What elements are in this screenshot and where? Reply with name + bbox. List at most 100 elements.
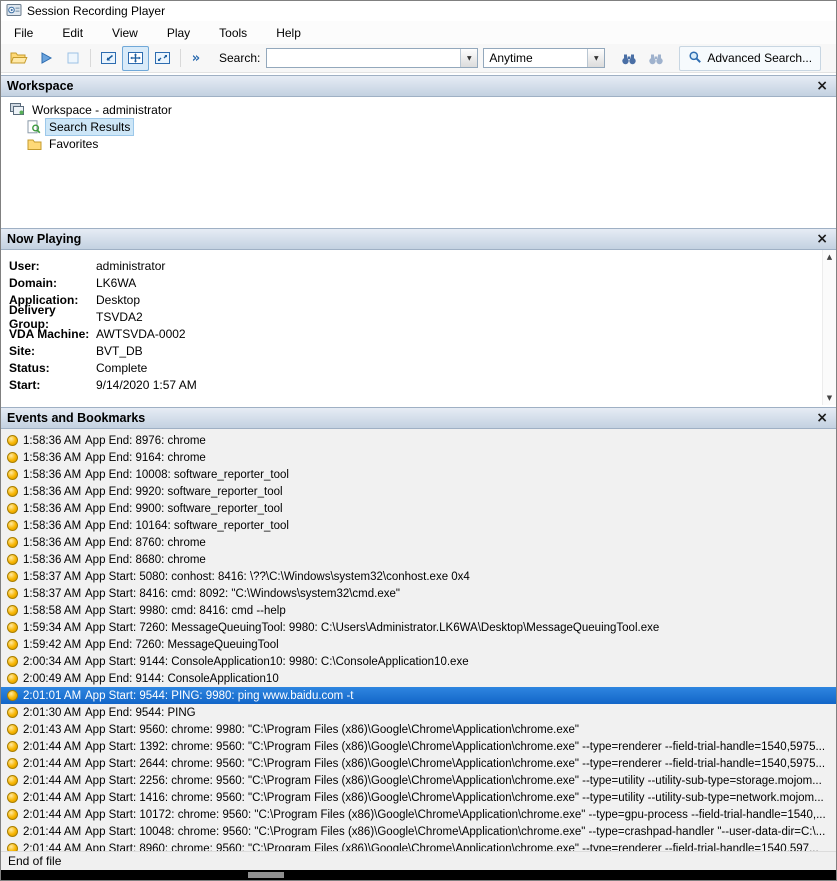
event-row[interactable]: 1:58:58 AM App Start: 9980: cmd: 8416: c… (1, 602, 836, 619)
event-time: 2:01:43 AM (23, 724, 85, 736)
advanced-search-button[interactable]: Advanced Search... (679, 46, 821, 71)
more-tools-chevron[interactable]: » (185, 46, 207, 71)
field-label: Site: (9, 344, 96, 358)
event-bullet-icon (7, 571, 18, 582)
event-row[interactable]: 1:58:37 AM App Start: 5080: conhost: 841… (1, 568, 836, 585)
field-label: Status: (9, 361, 96, 375)
now-playing-panel: Now Playing × User: administrator Domain… (1, 228, 836, 405)
now-playing-scrollbar[interactable]: ▲ ▼ (822, 250, 836, 405)
time-filter-combo[interactable]: Anytime ▼ (483, 48, 605, 68)
scale-to-fit-button[interactable] (122, 46, 149, 71)
search-previous-button[interactable] (642, 46, 669, 71)
search-next-button[interactable] (615, 46, 642, 71)
event-text: App End: 9920: software_reporter_tool (85, 486, 283, 498)
event-row[interactable]: 1:58:36 AM App End: 8680: chrome (1, 551, 836, 568)
event-row[interactable]: 2:01:43 AM App Start: 9560: chrome: 9980… (1, 721, 836, 738)
workspace-root-node[interactable]: Workspace - administrator (1, 101, 836, 118)
scroll-down-icon[interactable]: ▼ (823, 394, 836, 402)
event-bullet-icon (7, 673, 18, 684)
now-playing-body: User: administrator Domain: LK6WA Applic… (1, 250, 836, 405)
event-time: 1:58:36 AM (23, 486, 85, 498)
event-text: App Start: 1416: chrome: 9560: "C:\Progr… (85, 792, 824, 804)
search-combo-dropdown-arrow[interactable]: ▼ (460, 49, 477, 67)
event-bullet-icon (7, 843, 18, 851)
menu-item[interactable]: View (104, 23, 146, 43)
event-time: 1:59:34 AM (23, 622, 85, 634)
tree-item-search-results[interactable]: Search Results (1, 118, 836, 135)
event-row[interactable]: 2:00:49 AM App End: 9144: ConsoleApplica… (1, 670, 836, 687)
event-row[interactable]: 1:58:36 AM App End: 9920: software_repor… (1, 483, 836, 500)
pan-window-button[interactable] (95, 46, 122, 71)
scroll-up-icon[interactable]: ▲ (823, 253, 836, 261)
event-row[interactable]: 2:01:44 AM App Start: 2256: chrome: 9560… (1, 772, 836, 789)
event-text: App Start: 9544: PING: 9980: ping www.ba… (85, 690, 353, 702)
event-row[interactable]: 2:01:44 AM App Start: 8960: chrome: 9560… (1, 840, 836, 851)
event-bullet-icon (7, 435, 18, 446)
event-text: App End: 7260: MessageQueuingTool (85, 639, 279, 651)
event-text: App Start: 8416: cmd: 8092: "C:\Windows\… (85, 588, 400, 600)
event-text: App End: 10164: software_reporter_tool (85, 520, 289, 532)
time-filter-value: Anytime (484, 49, 587, 67)
favorites-label: Favorites (46, 136, 101, 152)
event-row[interactable]: 2:01:44 AM App Start: 10172: chrome: 956… (1, 806, 836, 823)
event-row[interactable]: 2:01:44 AM App Start: 10048: chrome: 956… (1, 823, 836, 840)
events-panel-title: Events and Bookmarks (7, 411, 145, 425)
event-time: 1:58:36 AM (23, 452, 85, 464)
open-file-button[interactable] (5, 46, 32, 71)
event-row[interactable]: 2:01:01 AM App Start: 9544: PING: 9980: … (1, 687, 836, 704)
event-text: App Start: 9144: ConsoleApplication10: 9… (85, 656, 469, 668)
event-row[interactable]: 2:00:34 AM App Start: 9144: ConsoleAppli… (1, 653, 836, 670)
event-text: App End: 9164: chrome (85, 452, 206, 464)
event-row[interactable]: 1:58:36 AM App End: 8976: chrome (1, 432, 836, 449)
menu-item[interactable]: Edit (54, 23, 91, 43)
event-row[interactable]: 1:58:36 AM App End: 10008: software_repo… (1, 466, 836, 483)
event-bullet-icon (7, 486, 18, 497)
event-text: App End: 10008: software_reporter_tool (85, 469, 289, 481)
event-row[interactable]: 1:58:36 AM App End: 9900: software_repor… (1, 500, 836, 517)
play-button[interactable] (32, 46, 59, 71)
field-value: 9/14/2020 1:57 AM (96, 378, 197, 392)
workspace-close-button[interactable]: × (814, 79, 830, 93)
event-row[interactable]: 2:01:44 AM App Start: 1392: chrome: 9560… (1, 738, 836, 755)
search-label: Search: (219, 51, 260, 65)
now-playing-panel-header: Now Playing × (1, 228, 836, 250)
advanced-search-icon (688, 50, 702, 67)
toolbar: » Search: ▼ Anytime ▼ Advanced Search... (1, 44, 836, 73)
now-playing-close-button[interactable]: × (814, 232, 830, 246)
status-text: End of file (8, 854, 61, 868)
event-row[interactable]: 1:58:36 AM App End: 9164: chrome (1, 449, 836, 466)
event-bullet-icon (7, 809, 18, 820)
event-text: App Start: 1392: chrome: 9560: "C:\Progr… (85, 741, 825, 753)
event-time: 1:58:37 AM (23, 571, 85, 583)
tree-item-favorites[interactable]: Favorites (1, 135, 836, 152)
event-time: 1:58:36 AM (23, 503, 85, 515)
event-bullet-icon (7, 622, 18, 633)
event-time: 1:59:42 AM (23, 639, 85, 651)
menu-item[interactable]: Tools (211, 23, 255, 43)
event-row[interactable]: 2:01:44 AM App Start: 2644: chrome: 9560… (1, 755, 836, 772)
menu-item[interactable]: Help (268, 23, 309, 43)
stop-button[interactable] (59, 46, 86, 71)
menu-item[interactable]: Play (159, 23, 198, 43)
app-icon (6, 2, 22, 21)
event-row[interactable]: 2:01:44 AM App Start: 1416: chrome: 9560… (1, 789, 836, 806)
workspace-root-label: Workspace - administrator (29, 102, 175, 118)
event-row[interactable]: 1:58:37 AM App Start: 8416: cmd: 8092: "… (1, 585, 836, 602)
event-row[interactable]: 2:01:30 AM App End: 9544: PING (1, 704, 836, 721)
full-screen-button[interactable] (149, 46, 176, 71)
event-row[interactable]: 1:59:34 AM App Start: 7260: MessageQueui… (1, 619, 836, 636)
event-bullet-icon (7, 605, 18, 616)
events-list: 1:58:36 AM App End: 8976: chrome 1:58:36… (1, 429, 836, 851)
event-time: 2:01:44 AM (23, 809, 85, 821)
event-row[interactable]: 1:58:36 AM App End: 8760: chrome (1, 534, 836, 551)
event-text: App End: 8976: chrome (85, 435, 206, 447)
event-row[interactable]: 1:59:42 AM App End: 7260: MessageQueuing… (1, 636, 836, 653)
time-filter-dropdown-arrow[interactable]: ▼ (587, 49, 604, 67)
event-time: 2:01:44 AM (23, 741, 85, 753)
menu-item[interactable]: File (6, 23, 41, 43)
workspace-panel-header: Workspace × (1, 75, 836, 97)
search-input[interactable] (267, 49, 460, 67)
events-close-button[interactable]: × (814, 411, 830, 425)
event-bullet-icon (7, 554, 18, 565)
event-row[interactable]: 1:58:36 AM App End: 10164: software_repo… (1, 517, 836, 534)
